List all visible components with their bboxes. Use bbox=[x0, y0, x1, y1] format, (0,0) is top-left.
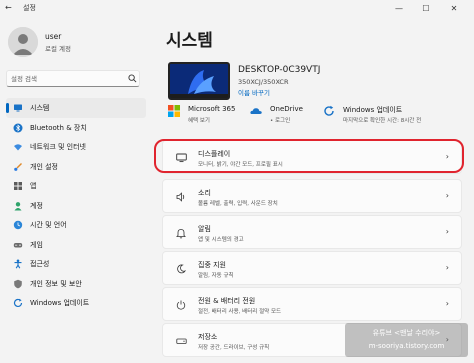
sidebar-item-label: Windows 업데이트 bbox=[30, 299, 90, 307]
globe-clock-icon bbox=[13, 220, 23, 230]
title-bar: ← 설정 — ☐ ✕ bbox=[0, 0, 474, 16]
card-title: 디스플레이 bbox=[198, 150, 231, 158]
display-card[interactable]: 디스플레이 모니터, 밝기, 야간 모드, 프로필 표시 › bbox=[162, 140, 462, 174]
bell-icon bbox=[175, 227, 187, 239]
sidebar-item-system[interactable]: 시스템 bbox=[6, 98, 146, 118]
sidebar-item-accounts[interactable]: 계정 bbox=[6, 196, 146, 216]
watermark-line-2: m-sooriya.tistory.com bbox=[368, 342, 445, 350]
sidebar-item-label: 시간 및 언어 bbox=[30, 221, 67, 229]
close-button[interactable]: ✕ bbox=[441, 1, 467, 15]
wifi-icon bbox=[13, 142, 23, 152]
quick-subtitle: 마지막으로 확인한 시간: 8시간 전 bbox=[343, 118, 422, 124]
windows-update-tile[interactable]: Windows 업데이트 마지막으로 확인한 시간: 8시간 전 bbox=[323, 103, 463, 129]
quick-title: OneDrive bbox=[270, 105, 303, 113]
rename-link[interactable]: 이름 바꾸기 bbox=[238, 87, 270, 97]
window-title: 설정 bbox=[23, 4, 36, 12]
sidebar-item-label: 네트워크 및 인터넷 bbox=[30, 143, 86, 151]
apps-icon bbox=[13, 181, 23, 191]
focus-assist-card[interactable]: 집중 지원 알림, 자동 규칙 › bbox=[162, 251, 462, 285]
back-arrow-icon[interactable]: ← bbox=[5, 3, 12, 12]
sidebar-item-bluetooth[interactable]: Bluetooth & 장치 bbox=[6, 118, 146, 138]
notifications-card[interactable]: 알림 앱 및 시스템의 경고 › bbox=[162, 215, 462, 249]
chevron-right-icon: › bbox=[445, 191, 449, 200]
search-icon[interactable] bbox=[128, 74, 137, 83]
sidebar-item-network[interactable]: 네트워크 및 인터넷 bbox=[6, 137, 146, 157]
sidebar-item-windows-update[interactable]: Windows 업데이트 bbox=[6, 293, 146, 313]
power-icon bbox=[175, 299, 187, 311]
watermark: 유튜브 <맨날 수리야> m-sooriya.tistory.com bbox=[345, 323, 468, 357]
quick-title: Microsoft 365 bbox=[188, 105, 236, 113]
onedrive-icon bbox=[250, 108, 262, 114]
sidebar-item-label: 시스템 bbox=[30, 104, 50, 112]
sidebar-nav: 시스템 Bluetooth & 장치 네트워크 및 인터넷 개인 설정 앱 계정 bbox=[6, 98, 146, 313]
sidebar-item-gaming[interactable]: 게임 bbox=[6, 235, 146, 255]
card-title: 저장소 bbox=[198, 333, 218, 341]
display-icon bbox=[175, 152, 187, 164]
chevron-right-icon: › bbox=[445, 152, 449, 161]
sidebar-item-time-language[interactable]: 시간 및 언어 bbox=[6, 215, 146, 235]
moon-icon bbox=[175, 263, 187, 275]
sidebar-item-label: 개인 설정 bbox=[30, 162, 58, 171]
brush-icon bbox=[13, 162, 23, 172]
sidebar-item-label: 접근성 bbox=[30, 260, 50, 268]
quick-subtitle: • 로그인 bbox=[270, 118, 291, 124]
update-icon bbox=[13, 298, 23, 308]
sound-card[interactable]: 소리 볼륨 레벨, 출력, 입력, 사운드 장치 › bbox=[162, 179, 462, 213]
device-model: 350XCJ/350XCR bbox=[238, 78, 289, 86]
device-thumbnail bbox=[168, 62, 230, 100]
storage-icon bbox=[175, 335, 187, 347]
chevron-right-icon: › bbox=[445, 263, 449, 272]
card-title: 전원 & 배터리 전원 bbox=[198, 297, 256, 305]
page-title: 시스템 bbox=[166, 31, 213, 51]
monitor-icon bbox=[13, 103, 23, 113]
gamepad-icon bbox=[13, 240, 23, 250]
sidebar-item-label: 개인 정보 및 보안 bbox=[30, 279, 82, 288]
card-subtitle: 앱 및 시스템의 경고 bbox=[198, 237, 244, 243]
account-icon bbox=[13, 201, 23, 211]
sidebar-item-label: 게임 bbox=[30, 240, 43, 249]
onedrive-tile[interactable]: OneDrive • 로그인 bbox=[250, 103, 330, 129]
power-battery-card[interactable]: 전원 & 배터리 전원 절전, 배터리 사용, 배터리 절약 모드 › bbox=[162, 287, 462, 321]
update-icon bbox=[324, 105, 334, 116]
user-name: user bbox=[45, 32, 62, 41]
card-subtitle: 저장 공간, 드라이브, 구성 규칙 bbox=[198, 345, 270, 351]
account-type: 로컬 계정 bbox=[45, 45, 71, 53]
sidebar-item-apps[interactable]: 앱 bbox=[6, 176, 146, 196]
quick-title: Windows 업데이트 bbox=[343, 106, 403, 114]
watermark-line-1: 유튜브 <맨날 수리야> bbox=[372, 329, 441, 337]
sidebar-item-personalization[interactable]: 개인 설정 bbox=[6, 157, 146, 177]
search-box[interactable] bbox=[6, 70, 140, 87]
accessibility-icon bbox=[13, 259, 23, 269]
quick-subtitle: 혜택 보기 bbox=[188, 118, 210, 124]
sidebar-item-label: Bluetooth & 장치 bbox=[30, 123, 87, 132]
card-title: 집중 지원 bbox=[198, 261, 226, 269]
sidebar-item-privacy[interactable]: 개인 정보 및 보안 bbox=[6, 274, 146, 294]
shield-icon bbox=[13, 279, 23, 289]
bluetooth-icon bbox=[13, 123, 23, 133]
maximize-button[interactable]: ☐ bbox=[413, 1, 439, 15]
card-subtitle: 알림, 자동 규칙 bbox=[198, 273, 234, 279]
active-indicator bbox=[6, 103, 9, 113]
card-subtitle: 모니터, 밝기, 야간 모드, 프로필 표시 bbox=[198, 162, 283, 168]
chevron-right-icon: › bbox=[445, 227, 449, 236]
card-title: 알림 bbox=[198, 225, 211, 233]
card-title: 소리 bbox=[198, 189, 211, 197]
sidebar-item-label: 계정 bbox=[30, 201, 43, 210]
device-name: DESKTOP-0C39VTJ bbox=[238, 65, 321, 75]
card-subtitle: 절전, 배터리 사용, 배터리 절약 모드 bbox=[198, 309, 282, 315]
user-profile[interactable]: user 로컬 계정 bbox=[8, 25, 148, 61]
avatar bbox=[8, 27, 38, 57]
minimize-button[interactable]: — bbox=[386, 1, 412, 15]
microsoft-icon bbox=[168, 105, 180, 117]
card-subtitle: 볼륨 레벨, 출력, 입력, 사운드 장치 bbox=[198, 201, 278, 207]
sidebar-item-accessibility[interactable]: 접근성 bbox=[6, 254, 146, 274]
search-input[interactable] bbox=[11, 73, 121, 84]
speaker-icon bbox=[175, 191, 187, 203]
chevron-right-icon: › bbox=[445, 299, 449, 308]
sidebar-item-label: 앱 bbox=[30, 182, 37, 190]
